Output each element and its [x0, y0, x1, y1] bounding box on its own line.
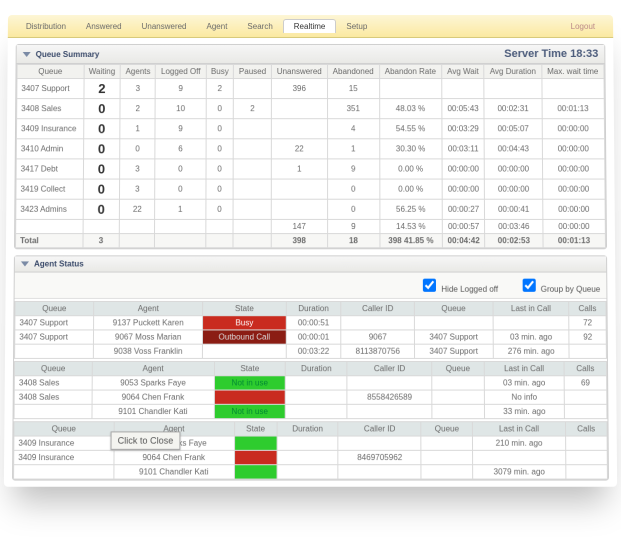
column-header: Queue: [421, 422, 472, 436]
agent-row[interactable]: 9101 Chandler Kati3079 min. ago: [14, 465, 608, 479]
column-header: Duration: [277, 422, 338, 436]
agent-row[interactable]: 9101 Chandler KatiNot in use33 min. ago: [14, 404, 607, 418]
tab-distribution[interactable]: Distribution: [16, 19, 76, 32]
agent-row[interactable]: 3408 Sales9064 Chen Frank8558426589No in…: [14, 390, 607, 404]
logout-link[interactable]: Logout: [571, 21, 606, 30]
agent-row[interactable]: 9038 Voss Franklin00:03:2281138707563407…: [15, 344, 607, 358]
column-header: Unanswered: [271, 65, 327, 79]
agent-state-cell: [203, 344, 286, 358]
tab-agent[interactable]: Agent: [196, 19, 237, 32]
agent-status-title: Agent Status: [34, 259, 84, 268]
tab-unanswered[interactable]: Unanswered: [132, 19, 197, 32]
agent-state-cell: Busy: [203, 316, 286, 330]
column-header: State: [234, 422, 277, 436]
queue-total-row: Total339818398 41.85 %00:04:4200:02:5300…: [16, 234, 606, 248]
column-header: Queue: [414, 301, 493, 315]
column-header: Caller ID: [347, 361, 432, 375]
tab-bar: Distribution Answered Unanswered Agent S…: [8, 15, 613, 38]
column-header: Paused: [234, 65, 272, 79]
queue-row[interactable]: 3408 Sales02100235148.03 %00:05:4300:02:…: [17, 99, 605, 119]
agent-state-cell: Outbound Call: [203, 330, 286, 344]
column-header: Calls: [564, 361, 606, 375]
hide-logged-off-checkbox[interactable]: Hide Logged off: [419, 276, 498, 295]
collapse-icon[interactable]: [23, 51, 31, 56]
column-header: Max. wait time: [541, 65, 604, 79]
queue-row[interactable]: 3417 Debt0300190.00 %00:00:0000:00:0000:…: [16, 159, 605, 179]
agent-state-cell: [234, 436, 277, 450]
click-to-close-tooltip[interactable]: Click to Close: [110, 431, 180, 449]
column-header: Waiting: [84, 65, 121, 79]
column-header: Calls: [569, 301, 606, 315]
agent-row[interactable]: 3407 Support9137 Puckett KarenBusy00:00:…: [15, 316, 606, 330]
column-header: Queue: [432, 361, 484, 375]
tab-answered[interactable]: Answered: [76, 19, 132, 32]
column-header: Busy: [206, 65, 234, 79]
tab-setup[interactable]: Setup: [336, 19, 377, 32]
column-header: Agent: [94, 301, 203, 315]
column-header: Queue: [15, 301, 94, 315]
column-header: Agent: [92, 361, 214, 375]
column-header: State: [203, 301, 286, 315]
queue-row[interactable]: 3419 Collect030000.00 %00:00:0000:00:000…: [16, 179, 605, 199]
server-time: Server Time 18:33: [504, 48, 598, 60]
tab-realtime[interactable]: Realtime: [283, 19, 337, 33]
column-header: Queue: [14, 361, 92, 375]
column-header: Last in Call: [484, 361, 564, 375]
column-header: Abandon Rate: [379, 65, 442, 79]
queue-row[interactable]: 3423 Admins02210056.25 %00:00:2700:00:41…: [16, 199, 605, 219]
column-header: Queue: [17, 65, 84, 79]
column-header: Abandoned: [327, 65, 379, 79]
column-header: Caller ID: [341, 301, 414, 315]
agent-state-cell: Not in use: [214, 404, 285, 418]
agent-state-cell: [234, 465, 277, 479]
agent-state-cell: Not in use: [214, 376, 285, 390]
column-header: Caller ID: [338, 422, 421, 436]
queue-row[interactable]: 3409 Insurance0190454.55 %00:03:2900:05:…: [16, 119, 604, 139]
column-header: Avg Wait: [442, 65, 485, 79]
agent-row[interactable]: 3407 Support9067 Moss MarianOutbound Cal…: [15, 330, 607, 344]
group-by-queue-checkbox[interactable]: Group by Queue: [518, 276, 600, 295]
agent-options: Hide Logged off Group by Queue: [15, 273, 607, 299]
column-header: Duration: [285, 361, 347, 375]
agent-state-cell: [214, 390, 285, 404]
agent-row[interactable]: 3408 Sales9053 Sparks FayeNot in use03 m…: [14, 376, 606, 390]
tab-search[interactable]: Search: [237, 19, 282, 32]
queue-row[interactable]: 3410 Admin006022130.30 %00:03:1100:04:43…: [16, 139, 604, 159]
queue-row[interactable]: 147914.53 %00:00:5700:03:4600:00:00: [16, 219, 606, 233]
column-header: Avg Duration: [484, 65, 541, 79]
column-header: Duration: [286, 301, 341, 315]
agent-status-panel: Agent Status Hide Logged off Group by Qu…: [12, 255, 609, 480]
agent-state-cell: [234, 450, 277, 464]
agent-row[interactable]: 3409 Insurance9053 Sparks Faye210 min. a…: [14, 436, 607, 450]
queue-summary-title: Queue Summary: [36, 49, 100, 58]
collapse-icon[interactable]: [21, 261, 29, 266]
queue-row[interactable]: 3407 Support239239615: [17, 79, 604, 99]
queue-summary-table: QueueWaitingAgentsLogged OffBusyPausedUn…: [15, 64, 606, 248]
column-header: Calls: [565, 422, 607, 436]
queue-summary-panel: Queue Summary Server Time 18:33 QueueWai…: [14, 44, 607, 249]
column-header: Queue: [14, 422, 114, 436]
column-header: Logged Off: [156, 65, 206, 79]
column-header: Agents: [120, 65, 155, 79]
column-header: Last in Call: [493, 301, 569, 315]
column-header: Last in Call: [473, 422, 566, 436]
column-header: State: [214, 361, 285, 375]
agent-row[interactable]: 3409 Insurance9064 Chen Frank8469705962: [14, 450, 608, 464]
